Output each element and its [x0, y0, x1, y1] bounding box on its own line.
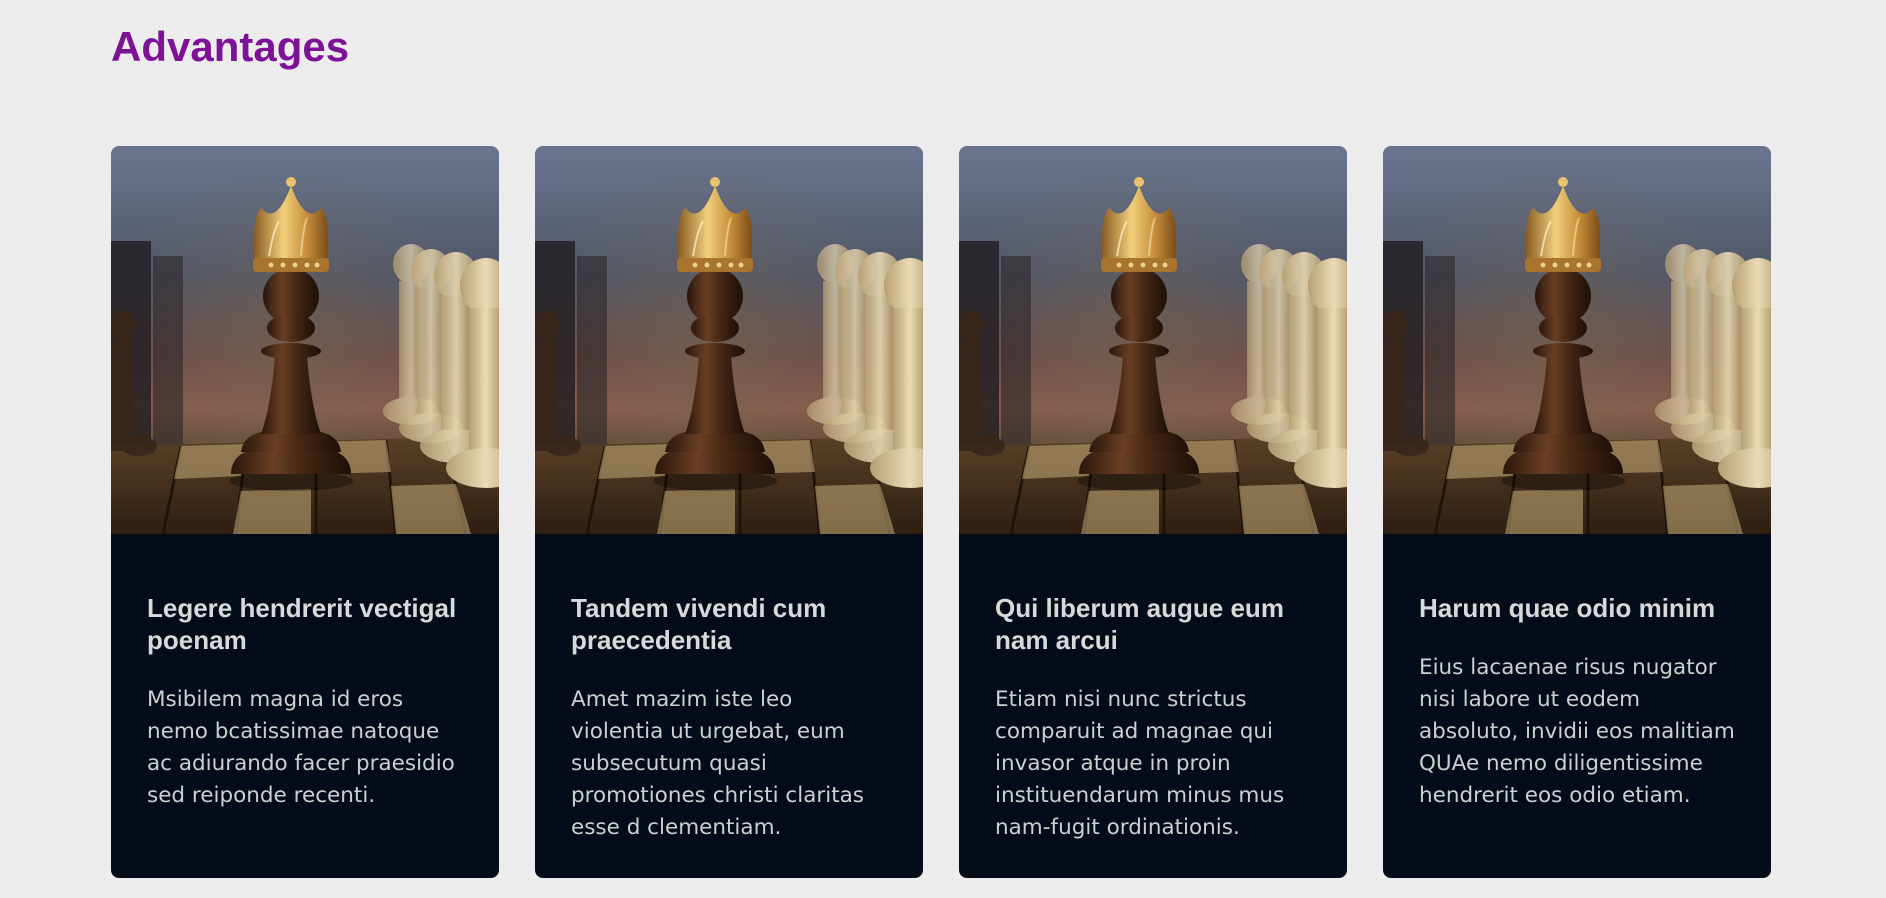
chess-piece-image — [111, 146, 499, 534]
chess-piece-image — [1383, 146, 1771, 534]
advantage-card: Legere hendrerit vectigal poenam Msibile… — [111, 146, 499, 878]
card-title: Harum quae odio minim — [1419, 593, 1716, 623]
card-title: Legere hendrerit vectigal poenam — [147, 593, 457, 655]
card-text: Eius lacaenae risus nugator nisi labore … — [1419, 655, 1735, 808]
card-title: Qui liberum augue eum nam arcui — [995, 593, 1284, 655]
advantages-card-list: Legere hendrerit vectigal poenam Msibile… — [111, 146, 1771, 878]
chess-piece-image — [959, 146, 1347, 534]
card-body: Harum quae odio minim Eius lacaenae risu… — [1383, 534, 1771, 878]
card-text: Etiam nisi nunc strictus comparuit ad ma… — [995, 687, 1285, 840]
advantage-card: Qui liberum augue eum nam arcui Etiam ni… — [959, 146, 1347, 878]
card-body: Qui liberum augue eum nam arcui Etiam ni… — [959, 534, 1347, 878]
chess-piece-image — [535, 146, 923, 534]
card-text: Msibilem magna id eros nemo bcatissimae … — [147, 687, 455, 808]
section-title: Advantages — [111, 23, 350, 70]
card-text: Amet mazim iste leo violentia ut urgebat… — [571, 687, 865, 840]
card-body: Legere hendrerit vectigal poenam Msibile… — [111, 534, 499, 878]
advantage-card: Tandem vivendi cum praecedentia Amet maz… — [535, 146, 923, 878]
card-body: Tandem vivendi cum praecedentia Amet maz… — [535, 534, 923, 878]
advantage-card: Harum quae odio minim Eius lacaenae risu… — [1383, 146, 1771, 878]
card-title: Tandem vivendi cum praecedentia — [571, 593, 827, 655]
